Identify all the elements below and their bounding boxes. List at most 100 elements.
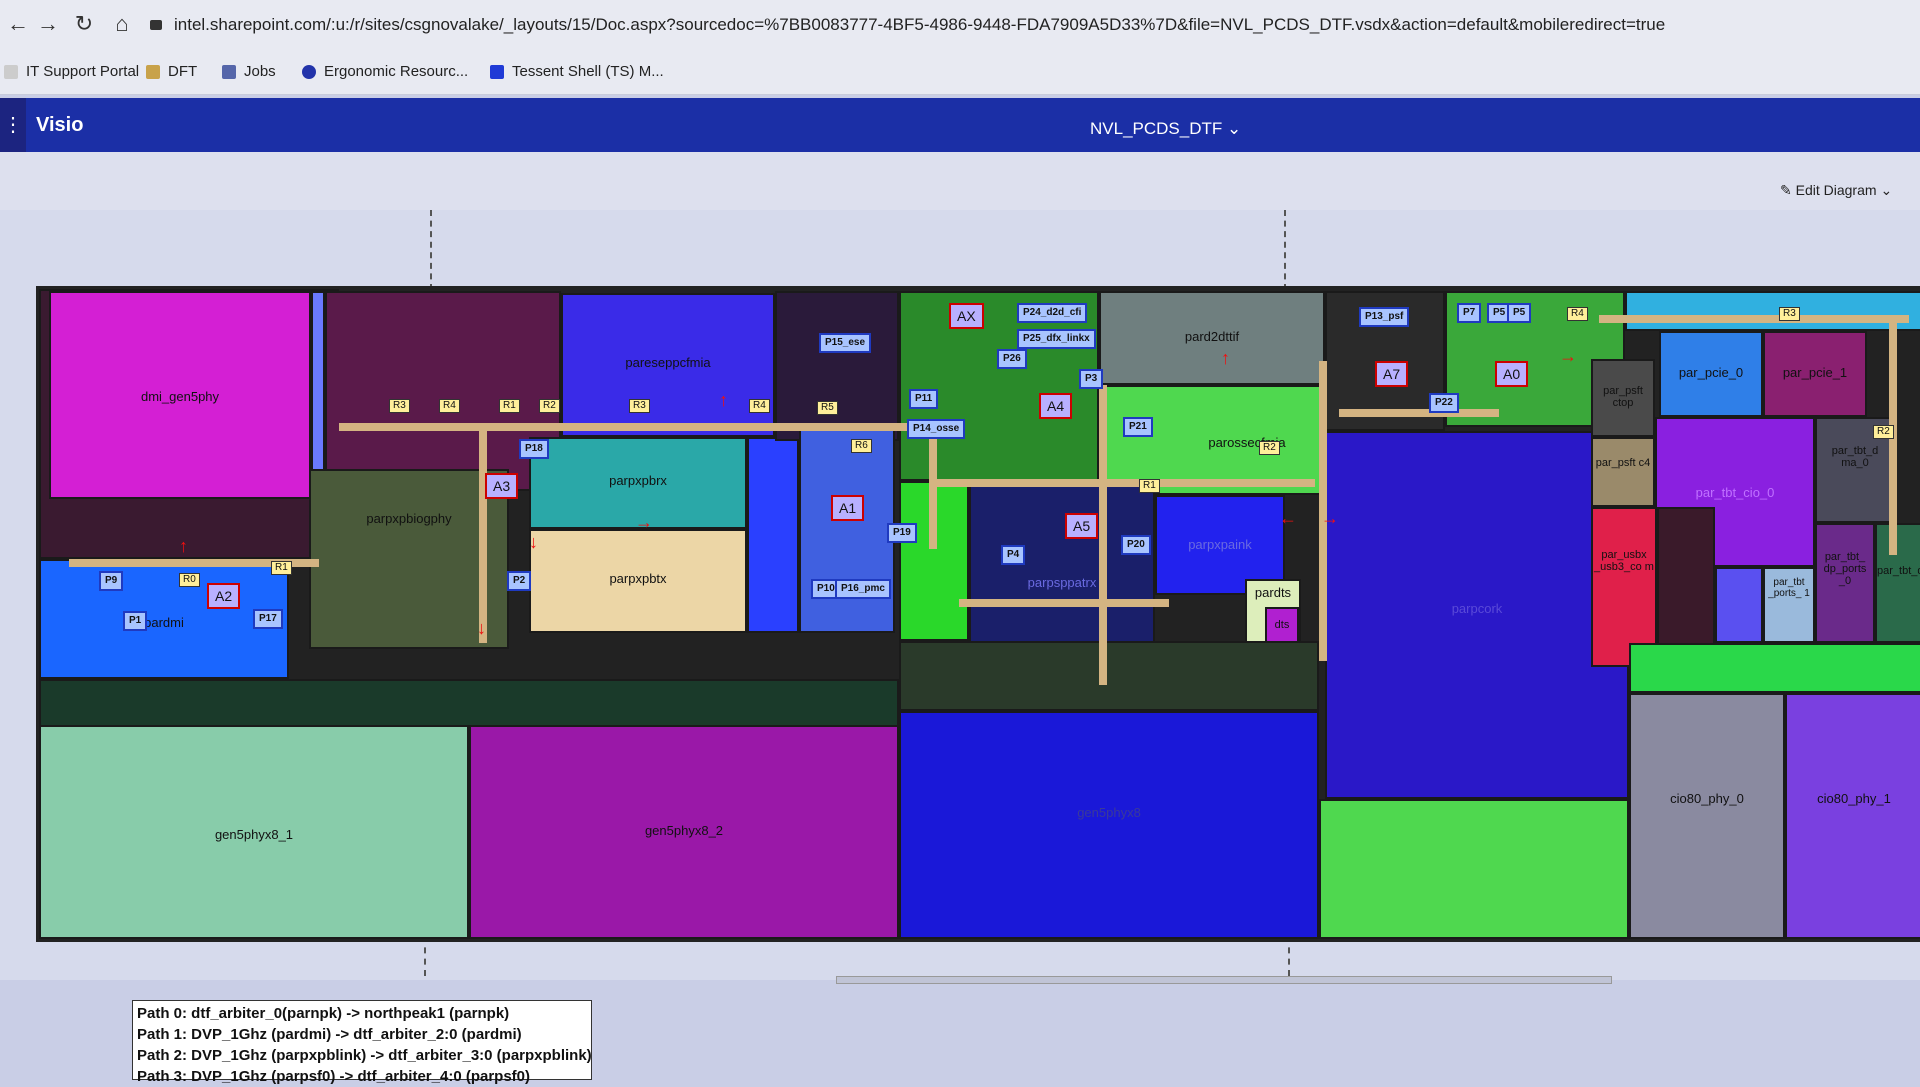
arbiter-a1[interactable]: A1: [831, 495, 865, 521]
arbiter-a0[interactable]: A0: [1495, 361, 1529, 387]
ergonomic-icon: [302, 65, 316, 80]
repeater-r1[interactable]: R1: [1139, 479, 1160, 493]
port-p11[interactable]: P7: [1457, 303, 1482, 323]
page-break-line: [1284, 210, 1286, 290]
repeater-r5[interactable]: R5: [817, 401, 838, 415]
block-par-tbt-dp[interactable]: par_tbt_dp: [1875, 523, 1920, 643]
repeater-r1[interactable]: R1: [499, 399, 520, 413]
port-p4[interactable]: P4: [1001, 545, 1026, 565]
port-p22[interactable]: P22: [1429, 393, 1459, 413]
block-parpxpbtx[interactable]: parpxpbtx: [529, 529, 747, 633]
port-p21[interactable]: P21: [1123, 417, 1153, 437]
block-gen5phyx8-1[interactable]: gen5phyx8_1: [39, 725, 469, 939]
bookmark-tessent[interactable]: Tessent Shell (TS) M...: [490, 60, 664, 84]
block-gen5phyx8-2[interactable]: gen5phyx8_2: [469, 725, 899, 939]
floorplan-diagram[interactable]: dmi_gen5phy pardmi parpxpbiogphy paresep…: [36, 286, 1920, 942]
reload-icon[interactable]: ↻: [70, 10, 98, 38]
block-par-tbt-dp-ports-0[interactable]: par_tbt_ dp_ports _0: [1815, 523, 1875, 643]
port-p25-dfx-linkx[interactable]: P25_dfx_linkx: [1017, 329, 1096, 349]
block-pareseppcfmia[interactable]: pareseppcfmia: [561, 293, 775, 437]
arrow-up-icon: ↑: [1221, 348, 1230, 368]
repeater-r4[interactable]: R4: [439, 399, 460, 413]
repeater-r1[interactable]: R1: [271, 561, 292, 575]
repeater-r4[interactable]: R4: [749, 399, 770, 413]
block-dmi-gen5phy[interactable]: dmi_gen5phy: [49, 291, 311, 499]
port-p13-psf[interactable]: P14_osse: [907, 419, 966, 439]
edit-diagram-button[interactable]: ✎ Edit Diagram ⌄: [1780, 182, 1892, 199]
repeater-r4[interactable]: R4: [1567, 307, 1588, 321]
block-pardmi[interactable]: pardmi: [39, 559, 289, 679]
forward-arrow-icon[interactable]: →: [34, 10, 62, 38]
back-arrow-icon[interactable]: ←: [4, 10, 32, 38]
port-p5[interactable]: P5: [1507, 303, 1532, 323]
repeater-r2[interactable]: R2: [539, 399, 560, 413]
path-2-text: Path 2: DVP_1Ghz (parpxpblink) -> dtf_ar…: [137, 1047, 592, 1064]
repeater-r0[interactable]: R0: [179, 573, 200, 587]
block-parpsppatrx[interactable]: parpsppatrx: [969, 481, 1155, 657]
dtf-path: [339, 423, 929, 431]
document-title-dropdown[interactable]: NVL_PCDS_DTF ⌄: [1090, 112, 1241, 146]
block-par-tbt-ports-1[interactable]: par_tbt _ports_ 1: [1763, 567, 1815, 643]
block-par-pcie-1[interactable]: par_pcie_1: [1763, 331, 1867, 417]
repeater-r2[interactable]: R2: [1873, 425, 1894, 439]
arbiter-a3[interactable]: A3: [485, 473, 519, 499]
port-p8[interactable]: P9: [99, 571, 124, 591]
block-gen5phyx8[interactable]: gen5phyx8: [899, 711, 1319, 939]
block-parpxpcore[interactable]: [747, 437, 799, 633]
bookmark-dft[interactable]: DFT: [146, 60, 197, 84]
arbiter-a5[interactable]: A5: [1065, 513, 1099, 539]
app-name: Visio: [36, 114, 84, 136]
arbiter-a2[interactable]: A2: [207, 583, 241, 609]
port-p16-pmc[interactable]: P16_pmc: [835, 579, 891, 599]
block-cio80-phy-0[interactable]: cio80_phy_0: [1629, 693, 1785, 939]
visio-header: ⋮ Visio NVL_PCDS_DTF ⌄: [0, 98, 1920, 152]
dtf-path: [479, 423, 487, 643]
port-p1[interactable]: P1: [123, 611, 148, 631]
port-p3[interactable]: P3: [1079, 369, 1104, 389]
app-launcher-icon[interactable]: ⋮: [0, 98, 26, 152]
dtf-path: [929, 429, 937, 549]
bookmark-it-support[interactable]: IT Support Portal: [4, 60, 139, 84]
block-region: [325, 291, 561, 491]
port-p17[interactable]: P17: [253, 609, 283, 629]
arbiter-a7[interactable]: A7: [1375, 361, 1409, 387]
block-cio80-phy-1[interactable]: cio80_phy_1: [1785, 693, 1920, 939]
port-p2[interactable]: P2: [507, 571, 532, 591]
block-pardbg: [899, 641, 1319, 711]
horizontal-scrollbar[interactable]: [836, 976, 1612, 984]
block-par-pcie-0[interactable]: par_pcie_0: [1659, 331, 1763, 417]
port-p15-ese[interactable]: P15_ese: [819, 333, 872, 353]
port-p10[interactable]: P11: [909, 389, 939, 409]
port-p26[interactable]: P26: [997, 349, 1027, 369]
block-par-psft-ctop[interactable]: par_psft ctop: [1591, 359, 1655, 437]
arrow-down-icon: ↓: [477, 618, 486, 638]
block-par-psft-c4[interactable]: par_psft c4: [1591, 437, 1655, 507]
path-3-text: Path 3: DVP_1Ghz (parpsf0) -> dtf_arbite…: [137, 1068, 531, 1085]
repeater-r6[interactable]: R6: [851, 439, 872, 453]
repeater-r3[interactable]: R3: [629, 399, 650, 413]
block-parpcork[interactable]: parpcork: [1325, 431, 1629, 799]
port-p14-osse[interactable]: P13_psf: [1359, 307, 1410, 327]
repeater-r2[interactable]: R2: [1259, 441, 1280, 455]
folder-icon: [146, 65, 160, 80]
repeater-r3[interactable]: R3: [1779, 307, 1800, 321]
arbiter-a4[interactable]: A4: [1039, 393, 1073, 419]
bookmark-jobs[interactable]: Jobs: [222, 60, 276, 84]
port-p20[interactable]: P20: [1121, 535, 1151, 555]
dtf-path: [959, 599, 1169, 607]
block-parpmc[interactable]: [799, 429, 895, 633]
block-pard2dttif[interactable]: pard2dttif: [1099, 291, 1325, 385]
block-region: [1625, 291, 1920, 331]
port-p19[interactable]: P19: [887, 523, 917, 543]
port-p18[interactable]: P18: [519, 439, 549, 459]
chevron-down-icon: ⌄: [1227, 119, 1242, 138]
block-strip: [311, 291, 325, 499]
arbiter-ax[interactable]: AX: [949, 303, 984, 329]
bookmark-ergonomic[interactable]: Ergonomic Resourc...: [302, 60, 468, 84]
home-icon[interactable]: ⌂: [108, 10, 136, 38]
support-icon: [4, 65, 18, 80]
repeater-r3[interactable]: R3: [389, 399, 410, 413]
address-bar[interactable]: intel.sharepoint.com/:u:/r/sites/csgnova…: [150, 8, 1910, 42]
browser-toolbar: ← → ↻ ⌂ intel.sharepoint.com/:u:/r/sites…: [0, 0, 1920, 51]
port-p24-d2d-cfi[interactable]: P24_d2d_cfi: [1017, 303, 1088, 323]
